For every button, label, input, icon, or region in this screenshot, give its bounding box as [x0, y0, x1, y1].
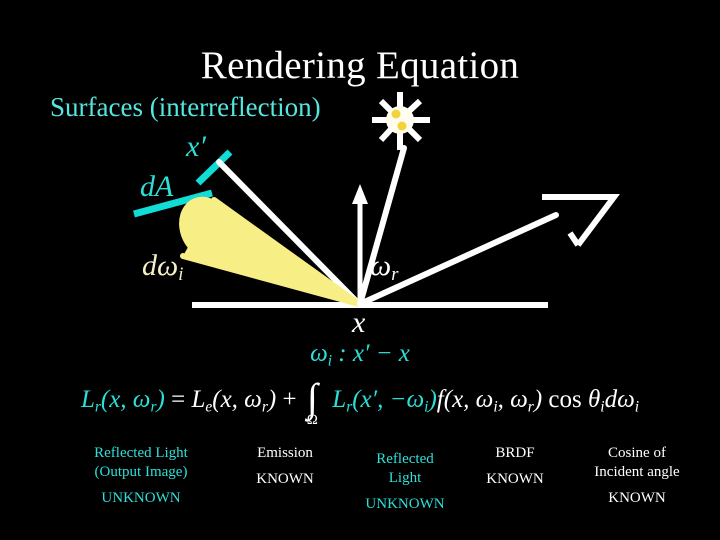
legend-column-reflected-light: Reflected Light UNKNOWN — [340, 450, 470, 514]
legend-term: Emission — [257, 445, 313, 461]
equation-brdf-term: f(x, ωi, ωr) — [436, 386, 543, 416]
legend-status: UNKNOWN — [101, 490, 181, 506]
legend-status: KNOWN — [256, 471, 314, 487]
label-dA: dA — [140, 170, 174, 203]
omega-i-expression: x′ − x — [352, 340, 410, 367]
equation-integral: ∫ Ω — [306, 375, 318, 428]
sun-icon — [372, 92, 430, 150]
legend-status: UNKNOWN — [365, 496, 445, 512]
label-omega-r-base: ω — [370, 249, 392, 282]
equation-integral-domain: Ω — [306, 412, 318, 428]
equation-lhs: Lr(x, ωr) — [80, 386, 165, 416]
omega-i-base: ω — [310, 340, 328, 367]
label-x-prime: x′ — [186, 130, 206, 163]
legend-term: Reflected Light — [94, 445, 188, 461]
label-omega-r-subscript: r — [391, 264, 399, 286]
equation-plus: + — [276, 386, 303, 413]
legend-term: Reflected — [376, 451, 434, 467]
label-omega-r: ωr — [370, 251, 398, 285]
legend-status: KNOWN — [486, 471, 544, 487]
legend-column-reflected-light-output: Reflected Light (Output Image) UNKNOWN — [56, 444, 226, 508]
legend-term-line2: Incident angle — [594, 464, 680, 480]
legend-column-cosine: Cosine of Incident angle KNOWN — [562, 444, 712, 508]
legend-status: KNOWN — [608, 490, 666, 506]
rendering-equation: Lr(x, ωr) = Le(x, ωr) + ∫ Ω Lr(x′, −ωi)f(… — [0, 375, 720, 428]
legend-column-brdf: BRDF KNOWN — [460, 444, 570, 489]
label-d-omega-i-base: dω — [142, 249, 179, 282]
slide-canvas: Rendering Equation Surfaces (interreflec… — [0, 0, 720, 540]
legend-term: Cosine of — [608, 445, 666, 461]
legend-term: BRDF — [495, 445, 535, 461]
equation-incoming-radiance: Lr(x′, −ωi) — [332, 386, 437, 416]
omega-i-annotation: ωi : x′ − x — [0, 340, 720, 370]
equation-term-legend: Reflected Light (Output Image) UNKNOWN E… — [40, 444, 700, 524]
omega-i-colon: : — [332, 340, 353, 367]
label-d-omega-i: dωi — [142, 251, 183, 285]
equation-differential: dωi — [604, 386, 640, 416]
legend-term-line2: Light — [388, 470, 422, 486]
eye-icon — [542, 194, 620, 247]
equation-equals: = — [164, 386, 192, 413]
label-x: x — [352, 306, 366, 339]
equation-theta: θi — [588, 386, 605, 416]
equation-cosine: cos — [542, 386, 588, 413]
legend-column-emission: Emission KNOWN — [220, 444, 350, 489]
legend-term-line2: (Output Image) — [94, 464, 188, 480]
equation-emission-term: Le(x, ωr) — [191, 386, 277, 416]
label-d-omega-i-subscript: i — [178, 264, 184, 286]
